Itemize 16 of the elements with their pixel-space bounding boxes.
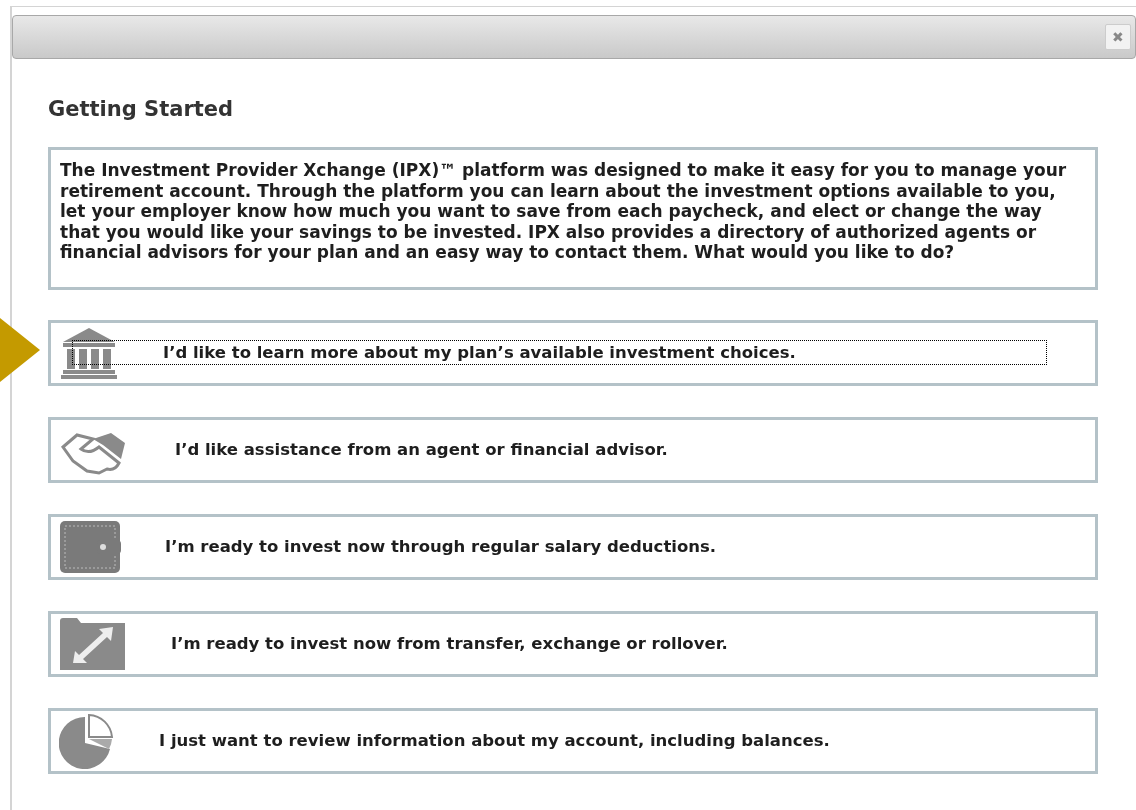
intro-text: The Investment Provider Xchange (IPX)™ platform was designed to make it easy for you to manage your retirement account. Through the platform you can learn about the investment options available to you, let your employer know how much you want to save from each paycheck, and elect or change the way that you would like your savings to be invested. IPX also provides a directory of authorized agents or financial advisors for your plan and an easy way to contact them. What would you like to do? (48, 147, 1098, 290)
pie-chart-icon (59, 712, 115, 769)
bank-icon (59, 325, 119, 380)
option-item[interactable]: I’d like to learn more about my plan’s available investment choices. (48, 319, 1098, 386)
dialog-heading: Getting Started (48, 97, 235, 121)
option-label: I’d like to learn more about my plan’s available investment choices. (73, 341, 1046, 364)
option-item[interactable]: I just want to review information about my account, including balances. (48, 707, 1098, 774)
folder-arrow-icon (59, 616, 127, 671)
option-label: I’m ready to invest now through regular salary deductions. (165, 536, 717, 558)
option-item[interactable]: I’m ready to invest now through regular salary deductions. (48, 513, 1098, 580)
option-item[interactable]: I’m ready to invest now from transfer, exchange or rollover. (48, 610, 1098, 677)
option-label: I’d like assistance from an agent or financial advisor. (175, 439, 668, 461)
option-item[interactable]: I’d like assistance from an agent or financial advisor. (48, 416, 1098, 483)
wallet-icon (59, 519, 121, 574)
option-label: I just want to review information about my account, including balances. (159, 730, 830, 752)
option-label: I’m ready to invest now from transfer, exchange or rollover. (171, 633, 728, 655)
